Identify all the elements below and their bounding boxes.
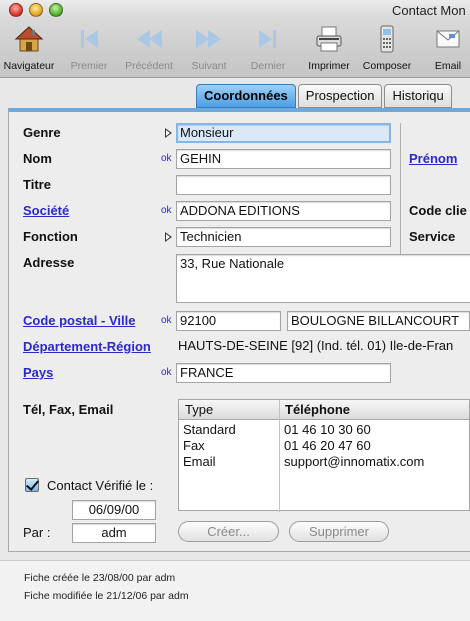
code-postal-ok-indicator: ok: [161, 315, 172, 326]
par-label: Par :: [23, 525, 51, 540]
composer-label: Composer: [362, 60, 412, 72]
printer-icon: [316, 26, 342, 52]
premier-button[interactable]: Premier: [67, 24, 111, 76]
adresse-label: Adresse: [23, 255, 75, 270]
genre-field[interactable]: Monsieur: [176, 123, 391, 143]
par-field[interactable]: adm: [72, 523, 156, 543]
table-row-value[interactable]: support@innomatix.com: [284, 454, 424, 469]
tab-bar: Coordonnées Prospection Historiqu: [196, 84, 454, 108]
zoom-window-button[interactable]: [49, 3, 63, 17]
table-row-type[interactable]: Standard: [183, 422, 236, 437]
navigateur-button[interactable]: Navigateur: [2, 24, 56, 76]
nom-field[interactable]: GEHIN: [176, 149, 391, 169]
precedent-button[interactable]: Précédent: [121, 24, 177, 76]
phone-table-column-divider: [279, 400, 280, 512]
house-icon: [14, 26, 44, 52]
column-divider: [400, 123, 401, 260]
email-button[interactable]: Email: [426, 24, 470, 76]
phone-table[interactable]: Type Téléphone Standard 01 46 10 30 60 F…: [178, 399, 470, 512]
toolbar: Navigateur Premier Précédent Suivant Der…: [0, 20, 470, 78]
email-icon: [436, 30, 460, 48]
imprimer-label: Imprimer: [308, 60, 350, 72]
titre-field[interactable]: [176, 175, 391, 195]
departement-region-link[interactable]: Département-Région: [23, 339, 151, 354]
tab-prospection[interactable]: Prospection: [297, 84, 383, 108]
titre-label: Titre: [23, 177, 51, 192]
table-row-value[interactable]: 01 46 10 30 60: [284, 422, 371, 437]
phone-table-header-type[interactable]: Type: [185, 402, 213, 417]
suivant-label: Suivant: [191, 60, 227, 72]
navigateur-label: Navigateur: [3, 60, 55, 72]
table-row-type[interactable]: Email: [183, 454, 216, 469]
code-postal-ville-link[interactable]: Code postal - Ville: [23, 313, 135, 328]
supprimer-button[interactable]: Supprimer: [289, 521, 389, 542]
email-label: Email: [434, 60, 462, 72]
contact-verifie-date-field[interactable]: 06/09/00: [72, 500, 156, 520]
code-client-label: Code clie: [409, 203, 467, 218]
societe-field[interactable]: ADDONA EDITIONS: [176, 201, 391, 221]
first-record-icon: [81, 30, 98, 48]
premier-label: Premier: [70, 60, 108, 72]
dernier-label: Dernier: [250, 60, 286, 72]
phone-table-header-telephone[interactable]: Téléphone: [285, 402, 350, 417]
service-label: Service: [409, 229, 456, 244]
pays-ok-indicator: ok: [161, 367, 172, 378]
table-row-value[interactable]: 01 46 20 47 60: [284, 438, 371, 453]
adresse-field[interactable]: 33, Rue Nationale: [176, 254, 470, 303]
contact-verifie-checkbox[interactable]: [25, 478, 39, 492]
prenom-link[interactable]: Prénom: [409, 151, 457, 166]
nom-label: Nom: [23, 151, 52, 166]
suivant-button[interactable]: Suivant: [187, 24, 231, 76]
nom-ok-indicator: ok: [161, 153, 172, 164]
fonction-label: Fonction: [23, 229, 78, 244]
record-info-footer: Fiche créée le 23/08/00 par adm Fiche mo…: [0, 560, 470, 621]
precedent-label: Précédent: [125, 60, 173, 72]
previous-record-icon: [137, 30, 162, 48]
window-title: Contact Mon: [392, 3, 466, 18]
tab-coordonnees[interactable]: Coordonnées: [196, 84, 296, 108]
imprimer-button[interactable]: Imprimer: [304, 24, 354, 76]
fonction-popup-arrow-icon[interactable]: [165, 232, 172, 242]
last-record-icon: [259, 30, 276, 48]
contact-verifie-label: Contact Vérifié le :: [47, 478, 154, 493]
creer-button[interactable]: Créer...: [178, 521, 279, 542]
pays-field[interactable]: FRANCE: [176, 363, 391, 383]
societe-link[interactable]: Société: [23, 203, 69, 218]
phone-icon: [380, 25, 394, 53]
ville-field[interactable]: BOULOGNE BILLANCOURT: [287, 311, 470, 331]
tel-fax-email-label: Tél, Fax, Email: [23, 402, 114, 417]
dernier-button[interactable]: Dernier: [246, 24, 290, 76]
genre-label: Genre: [23, 125, 61, 140]
pays-link[interactable]: Pays: [23, 365, 53, 380]
fiche-modifiee-text: Fiche modifiée le 21/12/06 par adm: [24, 590, 189, 602]
fiche-creee-text: Fiche créée le 23/08/00 par adm: [24, 572, 176, 584]
composer-button[interactable]: Composer: [361, 24, 413, 76]
table-row-type[interactable]: Fax: [183, 438, 205, 453]
minimize-window-button[interactable]: [29, 3, 43, 17]
close-window-button[interactable]: [9, 3, 23, 17]
departement-region-value: HAUTS-DE-SEINE [92] (Ind. tél. 01) Ile-d…: [178, 338, 454, 353]
title-bar: Contact Mon: [0, 0, 470, 20]
tab-historique[interactable]: Historiqu: [384, 84, 452, 108]
genre-popup-arrow-icon[interactable]: [165, 128, 172, 138]
societe-ok-indicator: ok: [161, 205, 172, 216]
code-postal-field[interactable]: 92100: [176, 311, 281, 331]
fonction-field[interactable]: Technicien: [176, 227, 391, 247]
next-record-icon: [196, 30, 221, 48]
